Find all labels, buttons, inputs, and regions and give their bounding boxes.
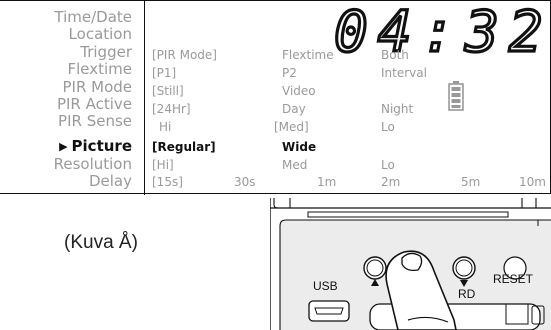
reset-label: RESET [493,272,534,286]
resolution-option-med[interactable]: Med [282,159,307,171]
pir-active-option-day[interactable]: Day [282,103,306,115]
menu-divider [144,1,145,195]
usb-port [308,300,350,322]
clock-time-text: 04:32 [334,0,546,57]
pir-sense-option-hi[interactable]: Hi [159,121,171,133]
trigger-option-flextime[interactable]: Flextime [282,49,334,61]
menu-item-time-date[interactable]: Time/Date [54,10,132,25]
usb-label: USB [313,279,338,293]
pir-mode-option-video[interactable]: Video [282,85,316,97]
up-arrow-icon [371,279,379,286]
rd-label: RD [458,287,476,301]
down-button[interactable] [452,256,476,287]
selection-arrow-icon: ▶ [59,140,68,153]
resolution-option-lo[interactable]: Lo [381,159,395,171]
menu-item-trigger[interactable]: Trigger [80,45,132,60]
resolution-option-hi[interactable]: [Hi] [152,159,174,171]
menu-item-flextime[interactable]: Flextime [67,62,132,77]
device-buttons [308,250,545,330]
settings-menu: Time/Date Location Trigger Flextime PIR … [0,1,144,195]
pir-mode-option-still[interactable]: [Still] [152,85,184,97]
delay-option-5m[interactable]: 5m [461,176,480,188]
delay-option-1m[interactable]: 1m [317,176,336,188]
menu-item-picture[interactable]: ▶ Picture [59,139,132,154]
up-button[interactable] [363,256,387,286]
pir-sense-option-lo[interactable]: Lo [381,121,395,133]
delay-option-2m[interactable]: 2m [381,176,400,188]
flextime-option-interval[interactable]: Interval [381,67,427,79]
battery-full-icon [448,81,464,111]
menu-item-picture-label: Picture [71,137,132,155]
trigger-option-pir-mode[interactable]: [PIR Mode] [152,49,217,61]
down-arrow-icon [460,280,468,287]
pir-active-option-night[interactable]: Night [381,103,413,115]
lcd-screen: Time/Date Location Trigger Flextime PIR … [0,0,551,195]
delay-option-10m[interactable]: 10m [519,176,546,188]
menu-item-location[interactable]: Location [69,27,132,42]
pir-sense-option-med[interactable]: [Med] [274,121,309,133]
menu-item-delay[interactable]: Delay [89,174,132,189]
figure-caption: (Kuva Å) [64,232,138,253]
menu-item-pir-active[interactable]: PIR Active [57,97,132,112]
menu-item-resolution[interactable]: Resolution [54,157,132,172]
delay-option-15s[interactable]: [15s] [152,176,183,188]
picture-option-regular[interactable]: [Regular] [152,141,216,153]
pointing-finger-icon [385,250,457,330]
flextime-option-p1[interactable]: [P1] [152,67,176,79]
delay-option-30s[interactable]: 30s [234,176,256,188]
flextime-option-p2[interactable]: P2 [282,67,297,79]
clock-display: 04:32 [334,0,546,57]
menu-item-pir-mode[interactable]: PIR Mode [62,80,132,95]
picture-option-wide[interactable]: Wide [282,141,316,153]
trigger-option-both[interactable]: Both [381,49,409,61]
menu-item-pir-sense[interactable]: PIR Sense [58,114,132,129]
pir-active-option-24hr[interactable]: [24Hr] [152,103,191,115]
